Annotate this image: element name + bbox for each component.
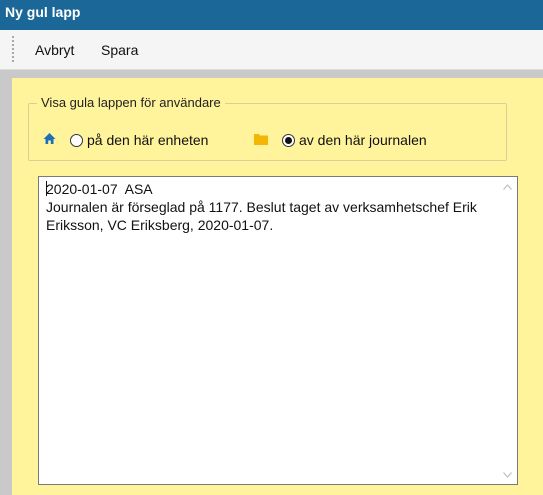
window-title: Ny gul lapp bbox=[5, 4, 81, 20]
note-textarea[interactable]: 2020-01-07 ASA Journalen är förseglad på… bbox=[38, 176, 518, 485]
radio-option-journal[interactable]: av den här journalen bbox=[254, 132, 427, 148]
folder-icon bbox=[254, 132, 268, 148]
note-text-content[interactable]: 2020-01-07 ASA Journalen är förseglad på… bbox=[46, 180, 494, 234]
visibility-group-legend: Visa gula lappen för användare bbox=[37, 95, 225, 110]
radio-option-device[interactable]: på den här enheten bbox=[43, 132, 208, 148]
menu-grip-handle bbox=[12, 36, 14, 64]
save-button[interactable]: Spara bbox=[101, 42, 138, 58]
radio-journal-label: av den här journalen bbox=[299, 132, 427, 148]
menu-bar: Avbryt Spara bbox=[0, 30, 543, 70]
note-text: 2020-01-07 ASA Journalen är förseglad på… bbox=[46, 181, 477, 233]
radio-device-circle[interactable] bbox=[70, 133, 83, 147]
window-title-bar: Ny gul lapp bbox=[0, 0, 543, 30]
scroll-down-icon[interactable] bbox=[499, 466, 516, 483]
toolbar-separator bbox=[0, 70, 543, 78]
scroll-up-icon[interactable] bbox=[499, 178, 516, 195]
visibility-group: Visa gula lappen för användare på den hä… bbox=[28, 95, 507, 161]
radio-device-label: på den här enheten bbox=[87, 132, 209, 148]
home-icon bbox=[43, 132, 56, 148]
cancel-button[interactable]: Avbryt bbox=[35, 42, 74, 58]
main-area: Visa gula lappen för användare på den hä… bbox=[0, 78, 543, 495]
vertical-scrollbar[interactable] bbox=[499, 178, 516, 483]
radio-journal-circle[interactable] bbox=[282, 133, 295, 147]
